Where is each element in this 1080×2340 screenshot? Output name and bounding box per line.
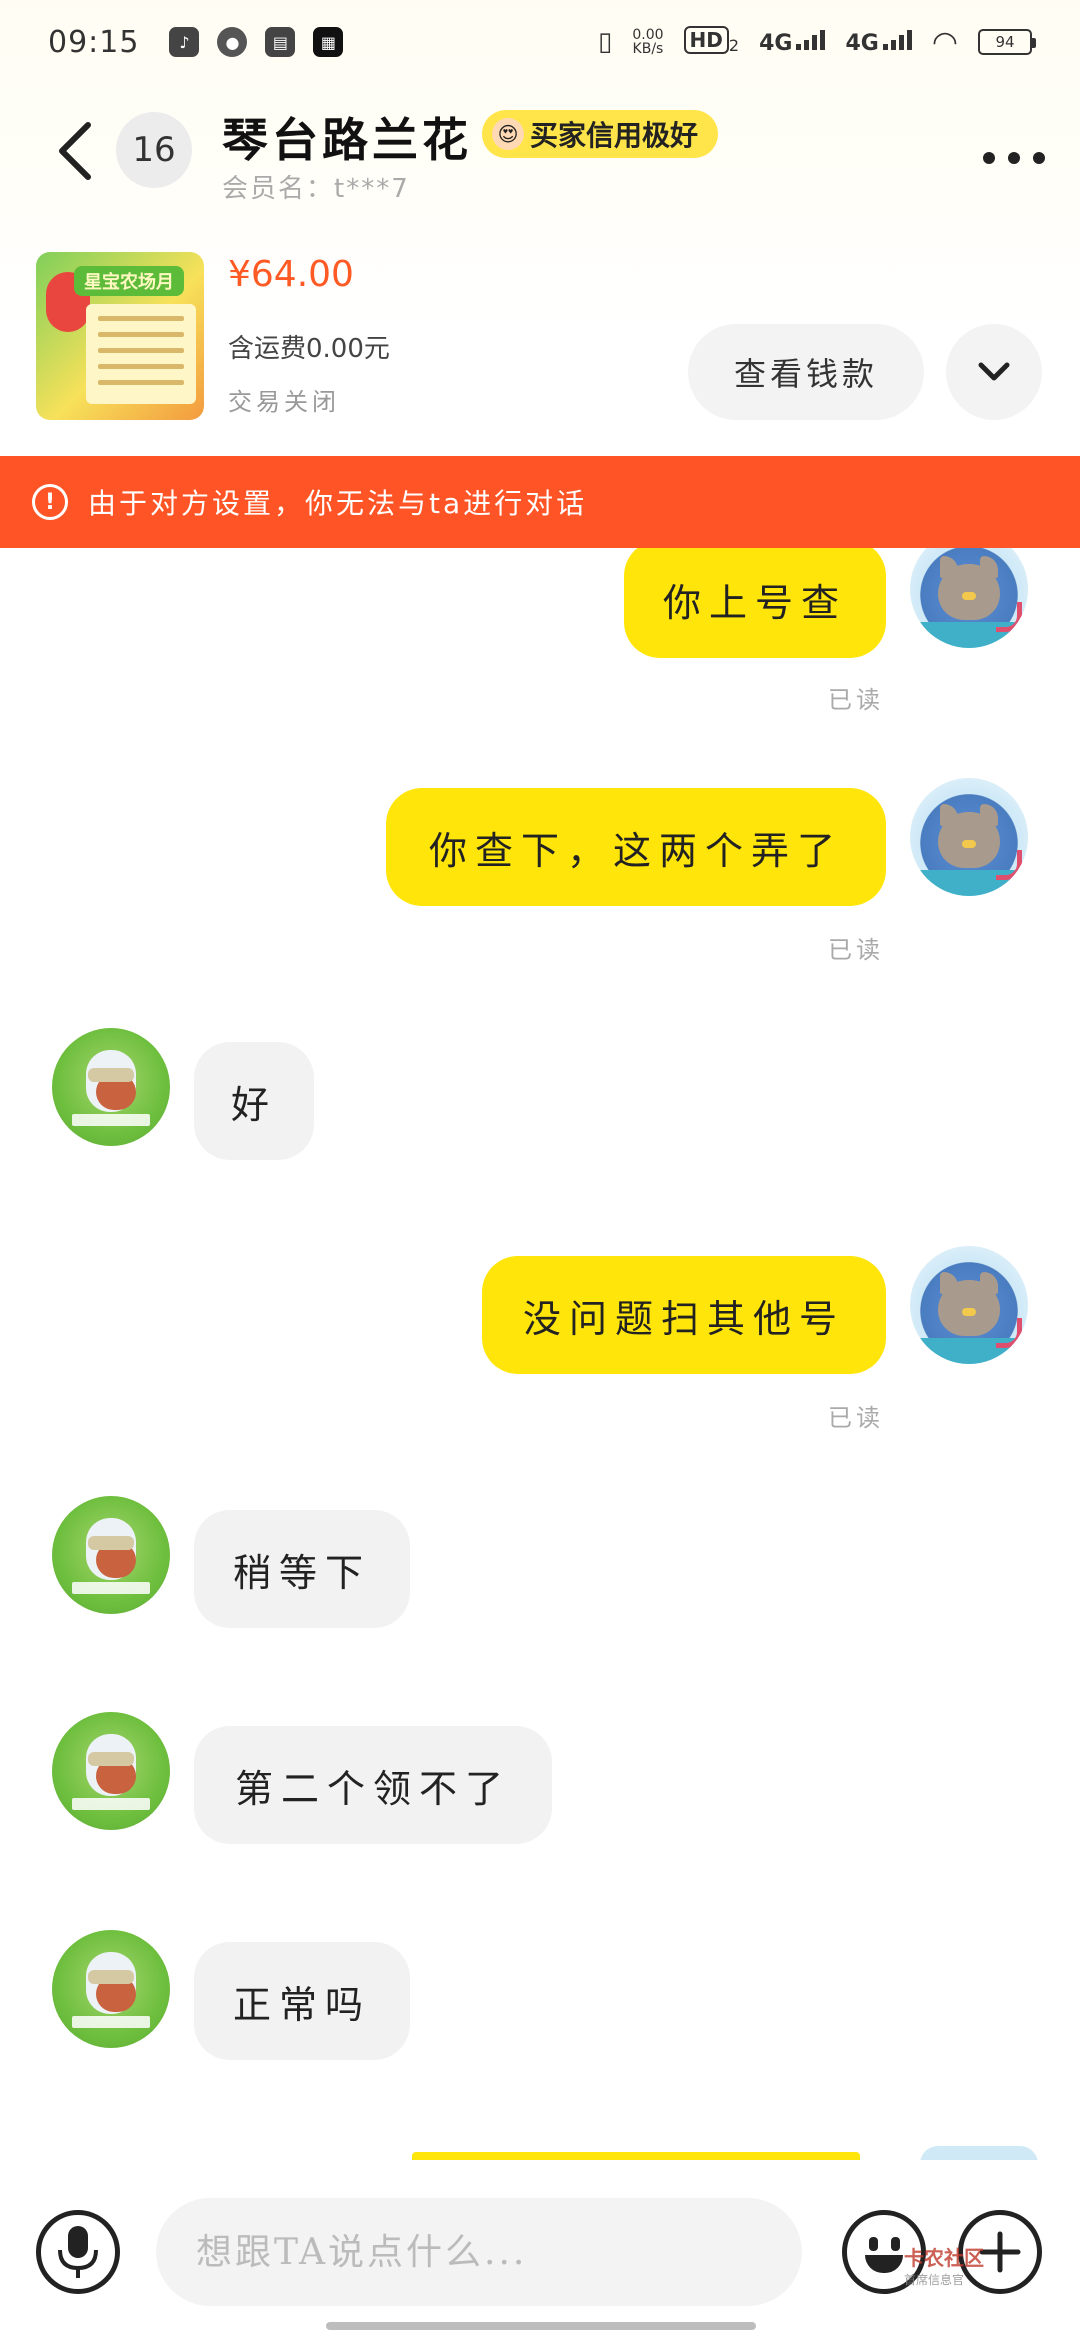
vibrate-icon: ▯ [598, 27, 613, 57]
microphone-icon [58, 2226, 98, 2278]
unread-count-badge[interactable]: 16 [116, 112, 192, 188]
watermark: 卡农社区 首席信息官 [904, 2246, 984, 2287]
signal-1: 4G [759, 28, 826, 56]
status-right: ▯ 0.00 KB/s HD 2 4G 4G ◠ 94 [598, 24, 1036, 60]
back-button[interactable] [44, 118, 104, 184]
item-shipping: 含运费0.00元 [228, 334, 390, 364]
message-bubble[interactable]: 你查下，这两个弄了 [386, 788, 886, 906]
hd-indicator: HD 2 [683, 26, 739, 56]
alert-circle-icon: ! [32, 484, 68, 520]
blocked-alert-banner: ! 由于对方设置，你无法与ta进行对话 [0, 456, 1080, 548]
credit-badge[interactable]: 😍 买家信用极好 [482, 110, 719, 158]
message-bubble[interactable]: 没问题扫其他号 [482, 1256, 886, 1374]
signal-bars-icon [796, 28, 826, 50]
message-input[interactable] [156, 2198, 802, 2306]
message-bubble[interactable]: 你上号查 [624, 540, 886, 658]
voice-input-button[interactable] [36, 2210, 120, 2294]
heart-eyes-icon: 😍 [492, 118, 524, 150]
read-receipt: 已读 [828, 1404, 884, 1432]
news-icon: ▦ [313, 27, 344, 57]
chat-screen: 09:15 ♪ ● ▤ ▦ ▯ 0.00 KB/s HD 2 4G 4G ◠ 94… [0, 0, 1080, 2340]
battery-icon: 94 [978, 29, 1036, 55]
chevron-left-icon [59, 122, 91, 180]
message-bubble[interactable]: 第二个领不了 [194, 1726, 552, 1844]
status-notification-icons: ♪ ● ▤ ▦ [169, 27, 344, 57]
item-thumbnail[interactable]: 星宝农场月 [36, 252, 204, 420]
member-name: 会员名：t***7 [222, 174, 410, 204]
seller-avatar[interactable] [52, 1028, 170, 1146]
tiktok-icon: ♪ [169, 27, 200, 57]
trade-status: 交易关闭 [228, 388, 340, 416]
chat-header: 16 琴台路兰花 😍 买家信用极好 会员名：t***7 [0, 92, 1080, 212]
status-time: 09:15 [48, 24, 140, 60]
item-card[interactable]: 星宝农场月 ¥64.00 含运费0.00元 交易关闭 查看钱款 [0, 240, 1080, 430]
seller-avatar[interactable] [52, 1496, 170, 1614]
thumbnail-banner: 星宝农场月 [74, 266, 184, 296]
my-avatar[interactable] [910, 778, 1028, 896]
more-dots-icon [983, 152, 1045, 164]
network-speed: 0.00 KB/s [632, 27, 664, 57]
message-bubble[interactable]: 正常吗 [194, 1942, 410, 2060]
seller-avatar[interactable] [52, 1930, 170, 2048]
signal-2: 4G [845, 28, 912, 56]
view-refund-button[interactable]: 查看钱款 [688, 324, 924, 420]
more-options-button[interactable] [982, 128, 1046, 168]
plus-icon [979, 2231, 1021, 2273]
chevron-down-icon [978, 362, 1010, 381]
credit-badge-label: 买家信用极好 [530, 119, 699, 152]
home-indicator[interactable] [326, 2322, 756, 2330]
wifi-icon: ◠ [931, 24, 958, 60]
alert-text: 由于对方设置，你无法与ta进行对话 [88, 487, 588, 520]
message-bubble[interactable]: 好 [194, 1042, 314, 1160]
signal-bars-icon [882, 28, 912, 50]
read-receipt: 已读 [828, 936, 884, 964]
item-price: ¥64.00 [228, 254, 354, 295]
book-icon: ▤ [265, 27, 296, 57]
seller-name[interactable]: 琴台路兰花 [222, 104, 472, 170]
wechat-icon: ● [217, 27, 248, 57]
my-avatar[interactable] [910, 1246, 1028, 1364]
expand-button[interactable] [946, 324, 1042, 420]
seller-avatar[interactable] [52, 1712, 170, 1830]
status-bar: 09:15 ♪ ● ▤ ▦ ▯ 0.00 KB/s HD 2 4G 4G ◠ 94 [0, 0, 1080, 84]
read-receipt: 已读 [828, 686, 884, 714]
message-bubble[interactable]: 稍等下 [194, 1510, 410, 1628]
thumbnail-panel [86, 304, 196, 404]
